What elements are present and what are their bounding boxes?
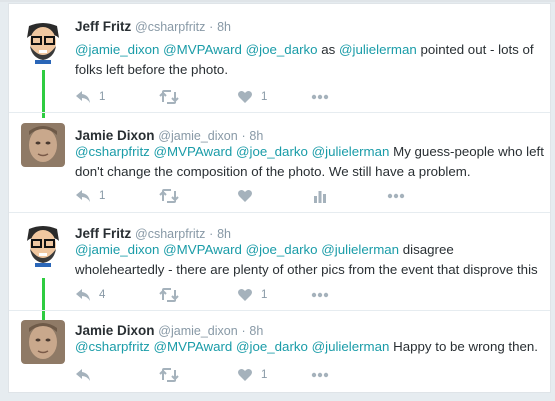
like-count: 1 — [261, 91, 268, 103]
reply-count: 4 — [99, 289, 106, 301]
mention-link[interactable]: @MVPAward — [154, 339, 233, 354]
tweet[interactable]: Jeff Fritz @csharpfritz · 8h @jamie_dixo… — [9, 223, 550, 313]
tweet[interactable]: Jamie Dixon @jamie_dixon · 8h @csharpfri… — [9, 123, 550, 213]
separator-dot: · — [241, 324, 246, 338]
tweet-text-segment: Happy to be wrong then. — [389, 339, 538, 354]
reply-icon — [76, 369, 90, 381]
analytics-button[interactable] — [313, 187, 327, 205]
tweet[interactable]: Jamie Dixon @jamie_dixon · 8h @csharpfri… — [9, 320, 550, 390]
heart-icon — [238, 288, 252, 301]
reply-button[interactable]: 1 — [75, 88, 105, 106]
retweet-icon — [159, 189, 179, 203]
heart-icon — [238, 189, 252, 202]
more-button[interactable] — [311, 366, 329, 384]
separator-dot: · — [241, 129, 246, 143]
tweet-text: @csharpfritz @MVPAward @joe_darko @julie… — [75, 142, 545, 182]
avatar[interactable] — [21, 223, 65, 267]
tweet-divider — [9, 112, 550, 113]
display-name[interactable]: Jeff Fritz — [75, 226, 131, 241]
mention-link[interactable]: @joe_darko — [236, 339, 308, 354]
mention-link[interactable]: @MVPAward — [154, 144, 233, 159]
reply-count: 1 — [99, 190, 106, 202]
heart-icon — [238, 368, 252, 381]
like-button[interactable] — [237, 187, 261, 205]
like-button[interactable]: 1 — [237, 88, 267, 106]
tweet-actions: 1 1 — [75, 88, 545, 106]
mention-link[interactable]: @MVPAward — [163, 242, 242, 257]
avatar[interactable] — [21, 320, 65, 364]
reply-count: 1 — [99, 91, 106, 103]
tweet-text: @csharpfritz @MVPAward @joe_darko @julie… — [75, 337, 545, 357]
mention-link[interactable]: @julielerman — [312, 144, 390, 159]
tweet-actions: 1 — [75, 187, 545, 205]
avatar[interactable] — [21, 123, 65, 167]
mention-link[interactable]: @julielerman — [312, 339, 390, 354]
like-button[interactable]: 1 — [237, 286, 267, 304]
reply-button[interactable] — [75, 366, 99, 384]
tweet-actions: 1 — [75, 366, 545, 384]
reply-icon — [76, 289, 90, 301]
mention-link[interactable]: @julielerman — [339, 42, 417, 57]
retweet-button[interactable] — [159, 366, 187, 384]
timestamp[interactable]: 8h — [249, 129, 263, 143]
display-name[interactable]: Jeff Fritz — [75, 19, 131, 34]
mention-link[interactable]: @joe_darko — [246, 42, 318, 57]
tweet-divider — [9, 310, 550, 311]
tweet-divider — [9, 212, 550, 213]
user-handle[interactable]: @jamie_dixon — [158, 129, 237, 143]
retweet-button[interactable] — [159, 88, 187, 106]
more-dots-icon — [311, 94, 329, 100]
more-button[interactable] — [311, 88, 329, 106]
tweet-text: @jamie_dixon @MVPAward @joe_darko @julie… — [75, 240, 545, 280]
like-count: 1 — [261, 289, 268, 301]
tweet-text: @jamie_dixon @MVPAward @joe_darko as @ju… — [75, 40, 545, 80]
mention-link[interactable]: @csharpfritz — [75, 144, 150, 159]
timestamp[interactable]: 8h — [217, 227, 231, 241]
mention-link[interactable]: @joe_darko — [236, 144, 308, 159]
timestamp[interactable]: 8h — [217, 20, 231, 34]
like-count: 1 — [261, 369, 268, 381]
separator-dot: · — [209, 20, 214, 34]
mention-link[interactable]: @jamie_dixon — [75, 242, 159, 257]
reply-icon — [76, 190, 90, 202]
timestamp[interactable]: 8h — [249, 324, 263, 338]
user-handle[interactable]: @jamie_dixon — [158, 324, 237, 338]
more-dots-icon — [311, 292, 329, 298]
reply-button[interactable]: 4 — [75, 286, 105, 304]
user-handle[interactable]: @csharpfritz — [135, 227, 205, 241]
display-name[interactable]: Jamie Dixon — [75, 323, 155, 338]
mention-link[interactable]: @csharpfritz — [75, 339, 150, 354]
retweet-button[interactable] — [159, 286, 187, 304]
retweet-icon — [159, 288, 179, 302]
tweet[interactable]: Jeff Fritz @csharpfritz · 8h @jamie_dixo… — [9, 14, 550, 114]
conversation-panel: Jeff Fritz @csharpfritz · 8h @jamie_dixo… — [8, 3, 551, 393]
more-dots-icon — [311, 372, 329, 378]
mention-link[interactable]: @jamie_dixon — [75, 42, 159, 57]
separator-dot: · — [209, 227, 214, 241]
user-handle[interactable]: @csharpfritz — [135, 20, 205, 34]
mention-link[interactable]: @julielerman — [321, 242, 399, 257]
display-name[interactable]: Jamie Dixon — [75, 128, 155, 143]
avatar[interactable] — [21, 20, 65, 64]
like-button[interactable]: 1 — [237, 366, 267, 384]
mention-link[interactable]: @joe_darko — [246, 242, 318, 257]
tweet-header: Jeff Fritz @csharpfritz · 8h — [75, 18, 231, 36]
reply-button[interactable]: 1 — [75, 187, 105, 205]
analytics-icon — [314, 191, 326, 203]
reply-icon — [76, 91, 90, 103]
retweet-icon — [159, 90, 179, 104]
more-button[interactable] — [311, 286, 329, 304]
retweet-icon — [159, 368, 179, 382]
mention-link[interactable]: @MVPAward — [163, 42, 242, 57]
more-dots-icon — [387, 193, 405, 199]
top-edge — [0, 0, 555, 2]
more-button[interactable] — [387, 187, 405, 205]
retweet-button[interactable] — [159, 187, 187, 205]
tweet-text-segment: as — [317, 42, 339, 57]
tweet-actions: 4 1 — [75, 286, 545, 304]
heart-icon — [238, 90, 252, 103]
